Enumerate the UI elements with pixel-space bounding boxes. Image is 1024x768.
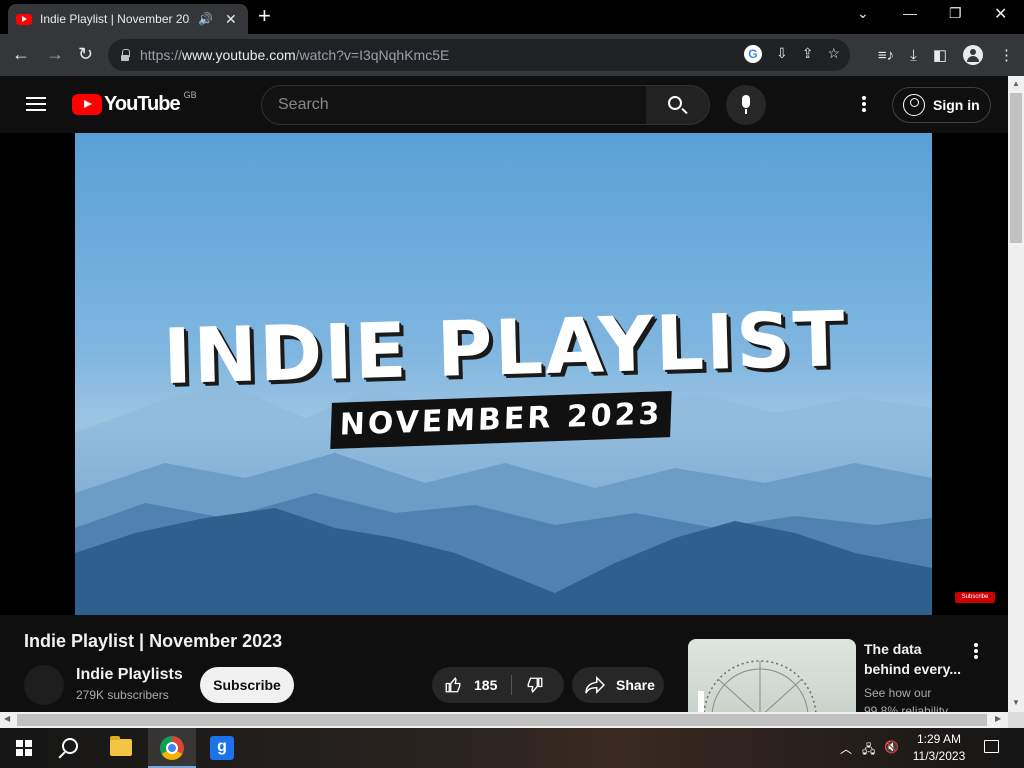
sign-in-button[interactable]: Sign in <box>892 87 991 123</box>
taskbar-search-icon[interactable] <box>62 738 78 754</box>
video-player[interactable]: INDIE PLAYLIST NOVEMBER 2023 Subscribe <box>0 133 1008 615</box>
subscribe-button[interactable]: Subscribe <box>200 667 294 703</box>
clock-time: 1:29 AM <box>916 732 962 746</box>
tab-title: Indie Playlist | November 2023 - YouTube <box>40 12 190 26</box>
vertical-scroll-thumb[interactable] <box>1010 93 1022 243</box>
taskbar-g-app[interactable]: g <box>198 728 246 768</box>
taskbar-clock[interactable]: 1:29 AM 11/3/2023 <box>906 731 972 765</box>
reload-icon[interactable]: ↻ <box>78 44 93 65</box>
lock-icon[interactable] <box>120 49 130 61</box>
region-code: GB <box>183 89 197 100</box>
account-icon <box>903 94 925 116</box>
profile-icon[interactable] <box>963 45 983 65</box>
youtube-masthead: YouTube GB Search Sign in <box>0 76 1008 133</box>
url-prefix: https:// <box>140 47 183 63</box>
search-icon <box>668 96 682 110</box>
close-window-button[interactable]: ✕ <box>994 4 1007 24</box>
video-frame[interactable]: INDIE PLAYLIST NOVEMBER 2023 <box>75 133 932 615</box>
search-input[interactable]: Search <box>261 85 647 125</box>
ferris-wheel-image <box>698 660 817 712</box>
voice-search-button[interactable] <box>726 85 766 125</box>
thumbs-up-icon <box>445 677 461 693</box>
side-panel-icon[interactable]: ◧ <box>933 46 947 64</box>
scroll-down-arrow[interactable]: ▼ <box>1012 698 1020 707</box>
like-dislike-bar: 185 <box>432 667 564 703</box>
url-path: /watch?v=I3qNqhKmc5E <box>295 47 450 63</box>
forward-icon[interactable]: → <box>46 44 64 65</box>
channel-name[interactable]: Indie Playlists <box>76 666 183 684</box>
taskbar-file-explorer[interactable] <box>98 728 146 768</box>
channel-avatar[interactable] <box>24 665 64 705</box>
subscriber-count: 279K subscribers <box>76 688 169 702</box>
ad-title[interactable]: The data behind every... <box>864 639 964 679</box>
youtube-logo[interactable]: YouTube GB <box>72 89 197 116</box>
subscribe-watermark[interactable]: Subscribe <box>955 592 995 603</box>
chrome-menu-icon[interactable]: ⋮ <box>999 46 1014 64</box>
minimize-button[interactable]: — <box>903 5 917 21</box>
horizontal-scroll-thumb[interactable] <box>17 714 987 726</box>
new-tab-button[interactable]: + <box>258 5 271 27</box>
browser-toolbar: ← → ↻ https://www.youtube.com/watch?v=I3… <box>0 34 1024 76</box>
like-count: 185 <box>474 677 498 693</box>
ad-menu-icon[interactable] <box>974 643 978 661</box>
show-hidden-icons-chevron[interactable]: ︿ <box>840 740 852 757</box>
network-icon[interactable]: 🖧 <box>862 740 875 761</box>
restore-button[interactable]: ❐ <box>949 5 962 22</box>
taskbar-chrome[interactable] <box>148 728 196 768</box>
youtube-play-icon <box>72 94 102 115</box>
youtube-favicon-icon <box>16 13 32 25</box>
vertical-scrollbar[interactable]: ▲ ▼ <box>1008 76 1024 712</box>
horizontal-scrollbar[interactable]: ◀ ▶ <box>0 712 1008 728</box>
thumbs-down-icon[interactable] <box>526 676 544 694</box>
share-button[interactable]: Share <box>572 667 664 703</box>
settings-menu-icon[interactable] <box>858 96 870 114</box>
like-button[interactable]: 185 <box>444 667 497 703</box>
browser-tabbar: Indie Playlist | November 2023 - YouTube… <box>0 0 1024 34</box>
windows-taskbar: g ︿ 🖧 🔇 1:29 AM 11/3/2023 <box>0 728 1024 768</box>
video-title: Indie Playlist | November 2023 <box>24 631 283 651</box>
tab-search-icon[interactable]: ⌄ <box>857 5 869 22</box>
microphone-icon <box>742 95 750 108</box>
star-icon[interactable]: ☆ <box>827 45 840 63</box>
scroll-left-arrow[interactable]: ◀ <box>4 714 10 723</box>
sign-in-label: Sign in <box>933 97 980 113</box>
close-tab-icon[interactable]: ✕ <box>225 11 237 28</box>
ad-thumbnail[interactable] <box>688 639 856 712</box>
install-icon[interactable]: ⇩ <box>776 45 788 63</box>
youtube-wordmark: YouTube <box>104 93 181 115</box>
share-label: Share <box>616 677 655 693</box>
g-app-icon: g <box>210 736 234 760</box>
notification-icon[interactable] <box>984 740 999 753</box>
scrollbar-corner <box>1008 712 1024 728</box>
scroll-up-arrow[interactable]: ▲ <box>1012 79 1020 88</box>
video-info: Indie Playlist | November 2023 Indie Pla… <box>0 615 1008 718</box>
share-icon[interactable]: ⇪ <box>802 45 814 63</box>
google-icon[interactable]: G <box>743 45 762 63</box>
speaker-icon[interactable]: 🔊 <box>198 12 213 26</box>
windows-start-icon[interactable] <box>16 740 32 756</box>
search-button[interactable] <box>646 85 710 125</box>
folder-icon <box>110 736 132 756</box>
address-bar[interactable]: https://www.youtube.com/watch?v=I3qNqhKm… <box>108 39 850 71</box>
url-host: www.youtube.com <box>182 47 296 63</box>
chrome-icon <box>160 736 184 760</box>
browser-tab[interactable]: Indie Playlist | November 2023 - YouTube… <box>8 4 248 34</box>
back-icon[interactable]: ← <box>12 44 30 65</box>
clock-date: 11/3/2023 <box>912 749 966 763</box>
media-control-icon[interactable]: ≡♪ <box>878 47 894 64</box>
share-arrow-icon <box>585 676 606 694</box>
guide-menu-icon[interactable] <box>26 97 46 111</box>
volume-muted-icon[interactable]: 🔇 <box>884 740 899 754</box>
scroll-right-arrow[interactable]: ▶ <box>995 714 1001 723</box>
download-icon[interactable]: ⤓ <box>910 47 917 64</box>
